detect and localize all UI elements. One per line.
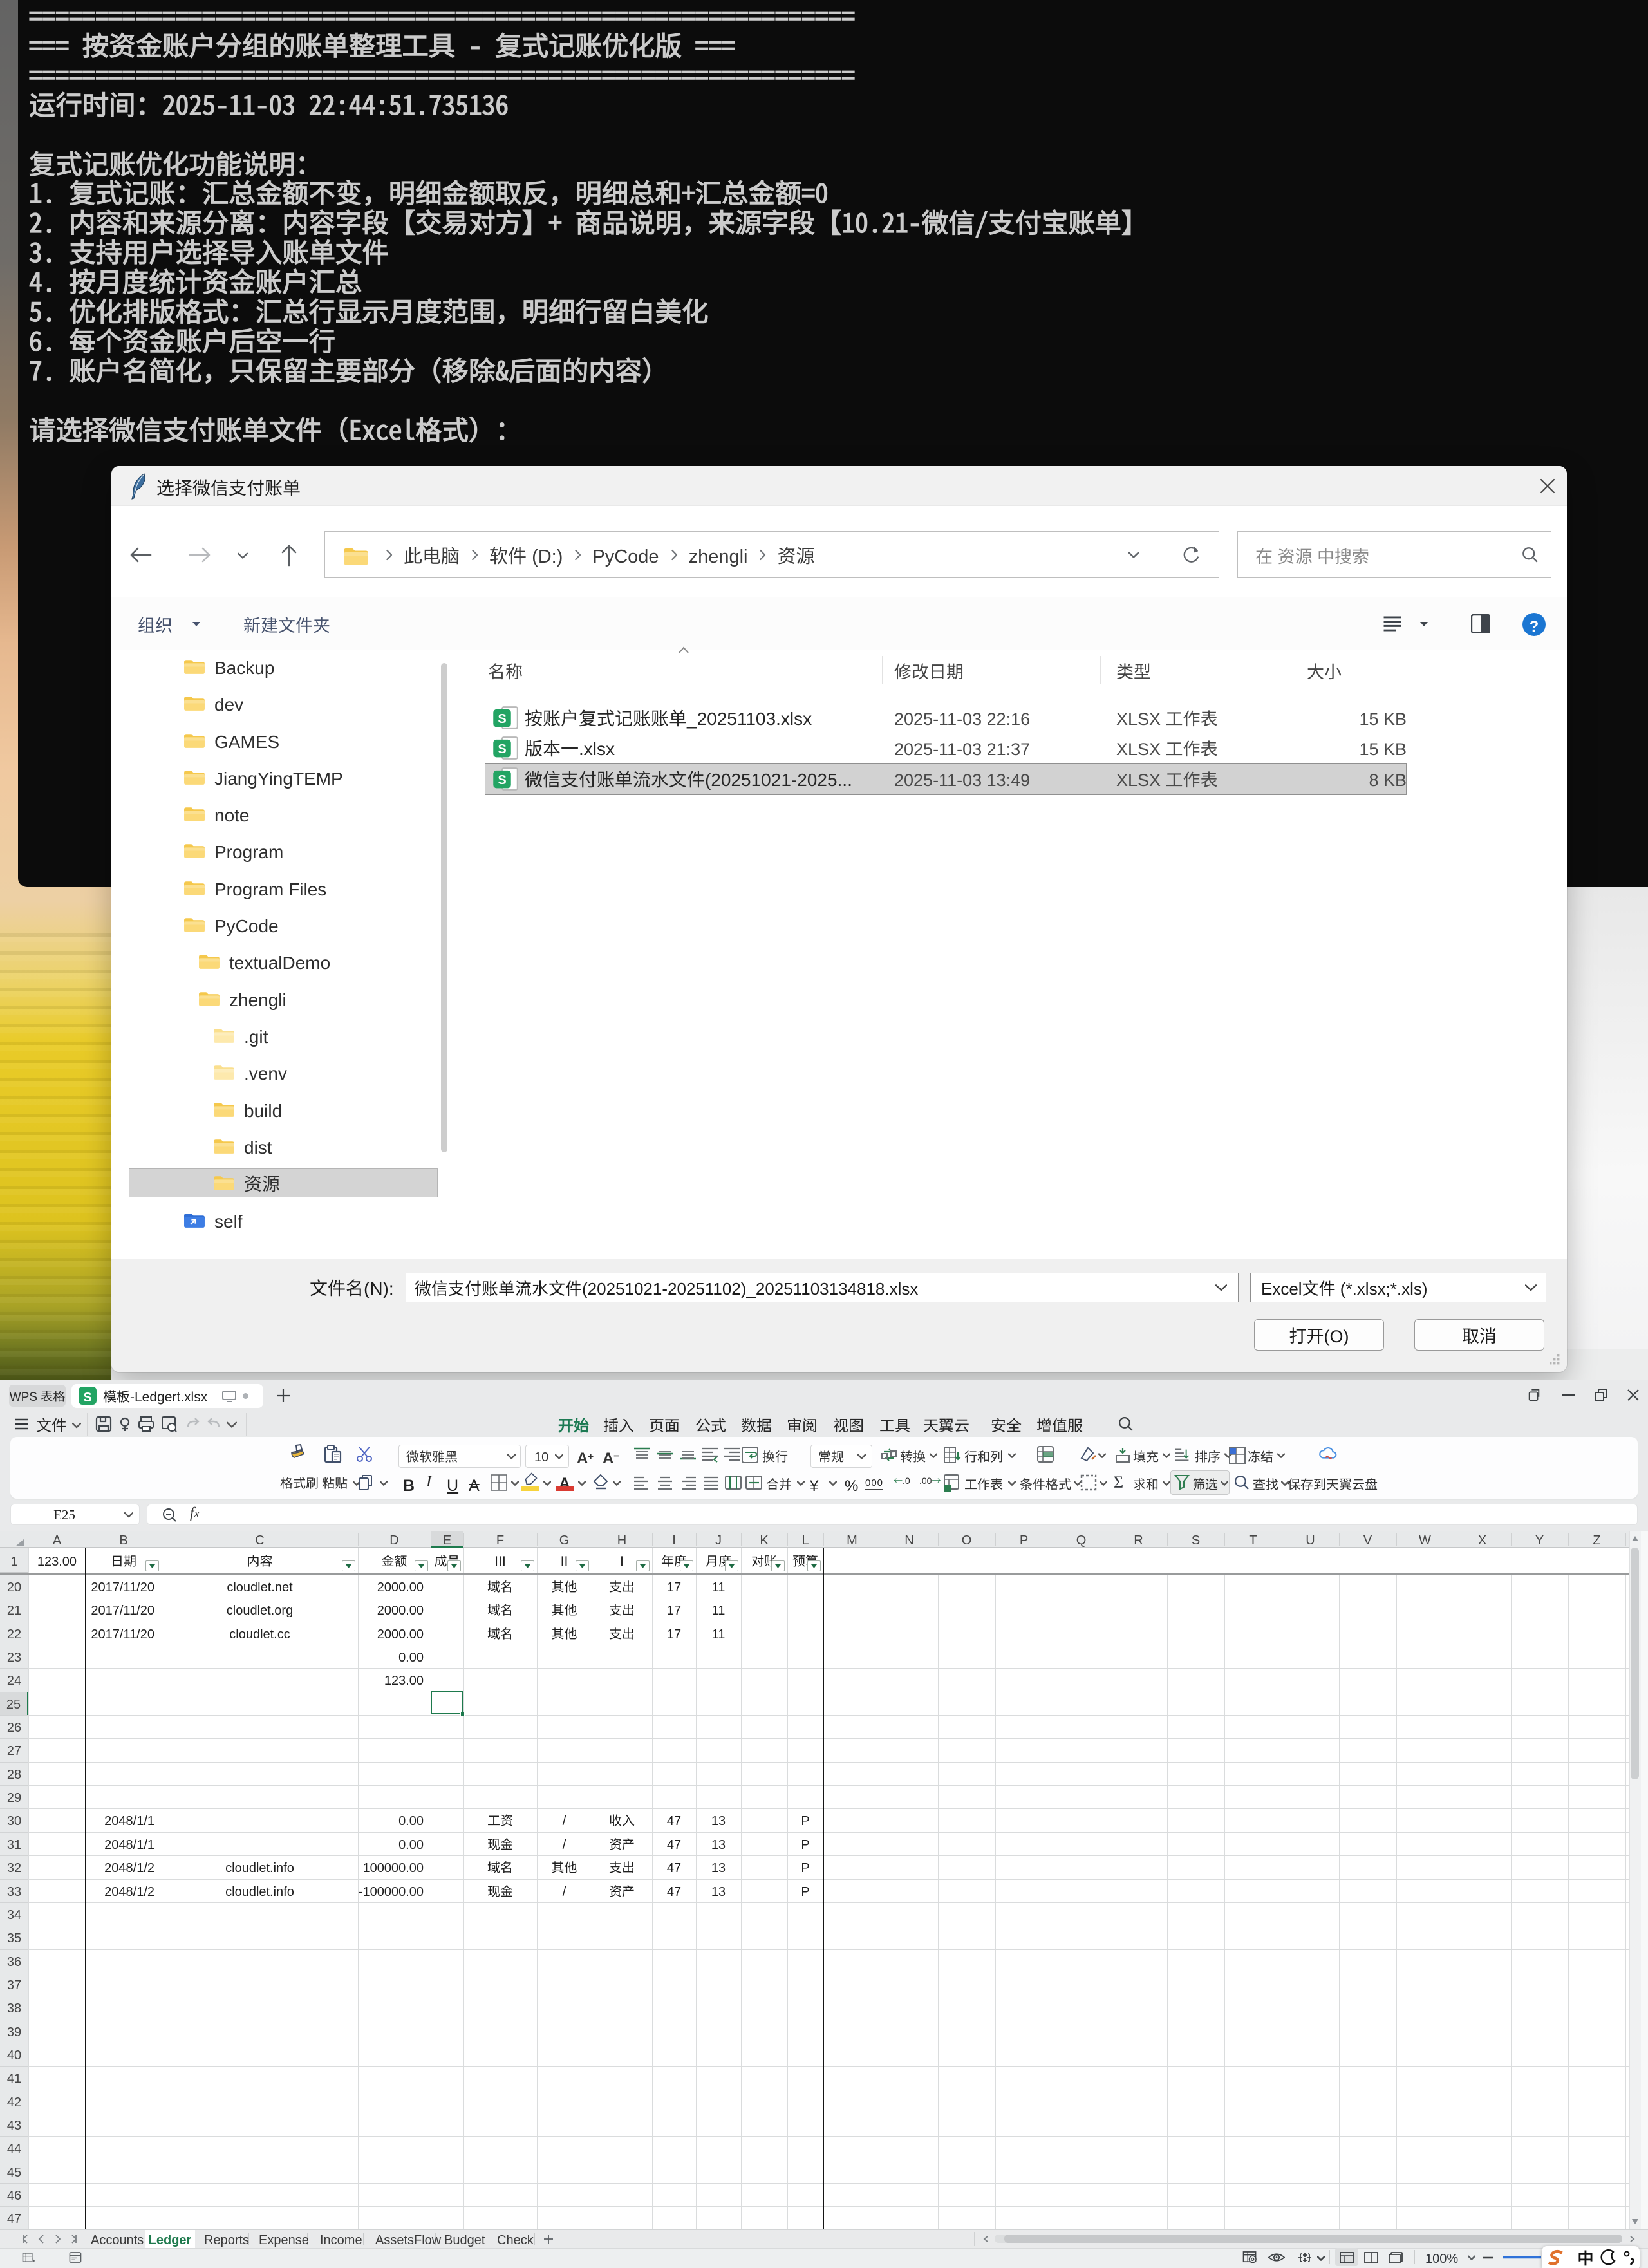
svg-text:S: S [498,773,506,787]
svg-text:S: S [498,742,506,756]
svg-text:S: S [498,712,506,726]
